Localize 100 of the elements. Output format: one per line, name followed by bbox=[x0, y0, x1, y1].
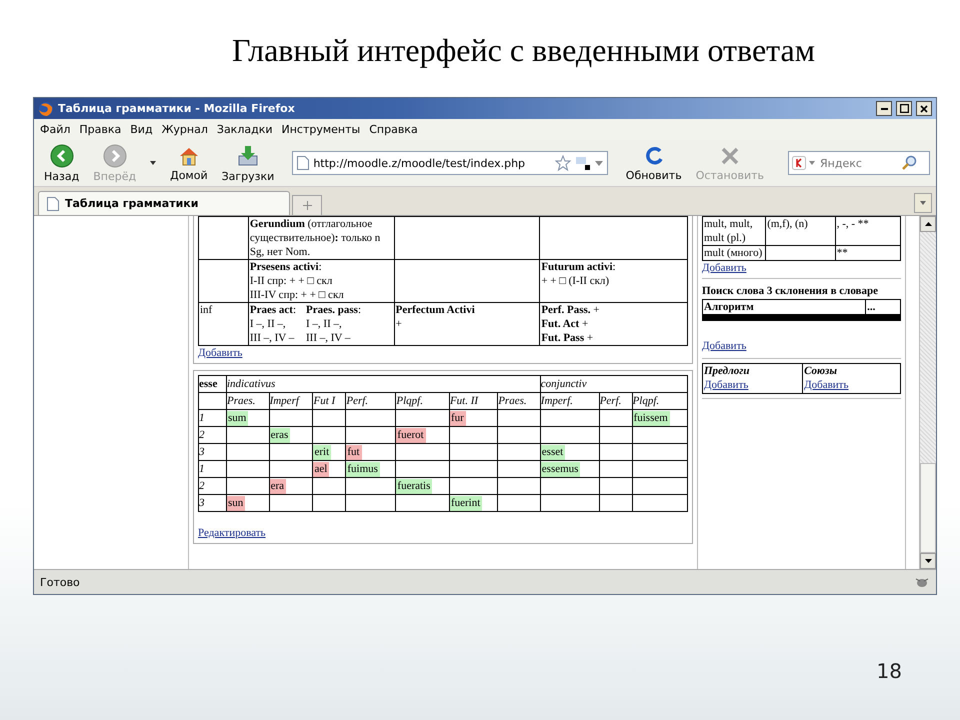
table-header: Fut. II bbox=[449, 392, 498, 410]
cell-text: Praes act: bbox=[250, 303, 296, 317]
up-arrow-icon bbox=[924, 222, 932, 226]
table-cell: 2 bbox=[198, 426, 226, 444]
edit-link[interactable]: Редактировать bbox=[198, 526, 266, 541]
answer-cell: fuimus bbox=[346, 462, 380, 476]
table-header: Imperf. bbox=[540, 392, 600, 410]
caret-icon[interactable] bbox=[150, 161, 156, 165]
caret-icon bbox=[920, 201, 926, 205]
window-title: Таблица грамматики - Mozilla Firefox bbox=[58, 102, 295, 115]
menu-item[interactable]: Правка bbox=[79, 123, 122, 136]
menu-item[interactable]: Закладки bbox=[216, 123, 272, 136]
add-link[interactable]: Добавить bbox=[704, 378, 748, 393]
table-header: Praes. bbox=[226, 392, 270, 410]
table-cell: 2 bbox=[198, 478, 226, 494]
answer-cell: era bbox=[270, 478, 286, 494]
scrollbar[interactable] bbox=[919, 216, 936, 569]
answer-cell: fuerint bbox=[450, 496, 482, 510]
list-heading: Предлоги bbox=[704, 364, 750, 378]
answer-cell: esset bbox=[540, 444, 566, 460]
cell-text: inf bbox=[200, 303, 212, 317]
table-cell: 3 bbox=[198, 444, 226, 460]
page-icon bbox=[297, 156, 310, 170]
answer-cell: fut bbox=[346, 444, 362, 460]
table-cell bbox=[198, 392, 226, 410]
cell-text: + + □ (I-II скл) bbox=[541, 274, 610, 288]
cell-text: Prsesens activi: bbox=[250, 260, 323, 274]
table-cell: 1 bbox=[198, 460, 226, 478]
section-title: Поиск слова 3 склонения в словаре bbox=[702, 284, 879, 299]
table-cell: ** bbox=[835, 246, 900, 260]
menu-item[interactable]: Инструменты bbox=[282, 123, 360, 136]
status-text: Готово bbox=[40, 576, 80, 588]
cell-text: I –, II –, bbox=[250, 317, 287, 331]
table-header: Praes. bbox=[498, 392, 540, 410]
answer-cell: ael bbox=[313, 462, 330, 476]
address-field[interactable]: http://moodle.z/moodle/test/index.php bbox=[292, 151, 608, 175]
page-number: 18 bbox=[876, 659, 902, 683]
page-icon bbox=[47, 196, 59, 210]
table-cell: 1 bbox=[198, 410, 226, 426]
cell-text: + bbox=[396, 317, 403, 331]
table-header: Plqpf. bbox=[632, 392, 688, 410]
cell-text: Fut. Act + bbox=[541, 317, 590, 331]
add-link[interactable]: Добавить bbox=[198, 346, 242, 361]
maximize-icon bbox=[900, 104, 908, 113]
dropdown-caret-icon bbox=[594, 160, 603, 166]
table-cell: mult, mult, mult (pl.) bbox=[702, 216, 766, 246]
answer-cell: sum bbox=[226, 410, 248, 426]
answer-cell: fuerot bbox=[396, 428, 426, 442]
add-link[interactable]: Добавить bbox=[804, 378, 848, 393]
scroll-up-button[interactable] bbox=[920, 216, 936, 232]
menu-item[interactable]: Справка bbox=[369, 123, 418, 136]
scroll-thumb[interactable] bbox=[920, 463, 936, 553]
table-header: Imperf bbox=[269, 392, 313, 410]
add-link[interactable]: Добавить bbox=[702, 339, 746, 354]
dropdown-caret-icon bbox=[809, 161, 815, 165]
star-icon bbox=[554, 155, 571, 171]
reload-button[interactable]: Обновить bbox=[622, 144, 686, 182]
close-button[interactable] bbox=[916, 101, 932, 116]
menu-item[interactable]: Журнал bbox=[162, 123, 208, 136]
answer-cell: erit bbox=[313, 444, 332, 460]
minimize-icon bbox=[880, 108, 888, 110]
down-arrow-icon bbox=[924, 559, 932, 563]
table-header: conjunctiv bbox=[540, 376, 688, 392]
plus-icon bbox=[302, 201, 312, 210]
maximize-button[interactable] bbox=[896, 101, 912, 116]
answer-cell: fueratis bbox=[396, 478, 432, 494]
table-cell: , -, - ** bbox=[835, 216, 900, 246]
search-engine-logo-icon bbox=[792, 156, 806, 170]
table-cell: (m,f), (n) bbox=[766, 216, 836, 246]
new-tab-button[interactable] bbox=[292, 195, 322, 215]
browser-tab[interactable]: Таблица грамматики bbox=[38, 191, 290, 215]
downloads-button[interactable]: Загрузки bbox=[218, 144, 278, 182]
scroll-down-button[interactable] bbox=[920, 553, 936, 569]
cell-text: III-IV спр: + + □ скл bbox=[250, 288, 344, 302]
table-header: Алгоритм bbox=[702, 300, 866, 314]
table-cell bbox=[766, 246, 836, 260]
answer-cell: eras bbox=[270, 428, 290, 442]
add-link[interactable]: Добавить bbox=[702, 261, 746, 276]
menu-item[interactable]: Файл bbox=[40, 123, 70, 136]
home-button[interactable]: Домой bbox=[166, 144, 212, 182]
cell-text: Praes. pass: bbox=[306, 303, 362, 317]
cell-text: I –, II –, bbox=[306, 317, 343, 331]
cell-text: Perfectum Activi bbox=[396, 303, 475, 317]
table-cell: mult (много) bbox=[702, 246, 766, 260]
cell-text: III –, IV – bbox=[306, 331, 352, 345]
search-field[interactable]: Яндекс bbox=[788, 151, 930, 175]
answer-cell: fuissem bbox=[632, 410, 670, 426]
table-header: indicativus bbox=[226, 376, 540, 392]
menu-item[interactable]: Вид bbox=[130, 123, 153, 136]
table-header: Plqpf. bbox=[396, 392, 450, 410]
cell-text: Futurum activi: bbox=[541, 260, 616, 274]
back-button[interactable]: Назад bbox=[40, 144, 84, 182]
table-header: Perf. bbox=[346, 392, 396, 410]
table-cell: 3 bbox=[198, 494, 226, 512]
cell-text: Perf. Pass. + bbox=[541, 303, 600, 317]
firefox-logo-icon bbox=[38, 100, 54, 116]
slide-title: Главный интерфейс с введенными ответам bbox=[231, 31, 816, 70]
minimize-button[interactable] bbox=[876, 101, 892, 116]
tab-list-button[interactable] bbox=[914, 193, 932, 213]
answer-cell: sun bbox=[226, 496, 246, 510]
